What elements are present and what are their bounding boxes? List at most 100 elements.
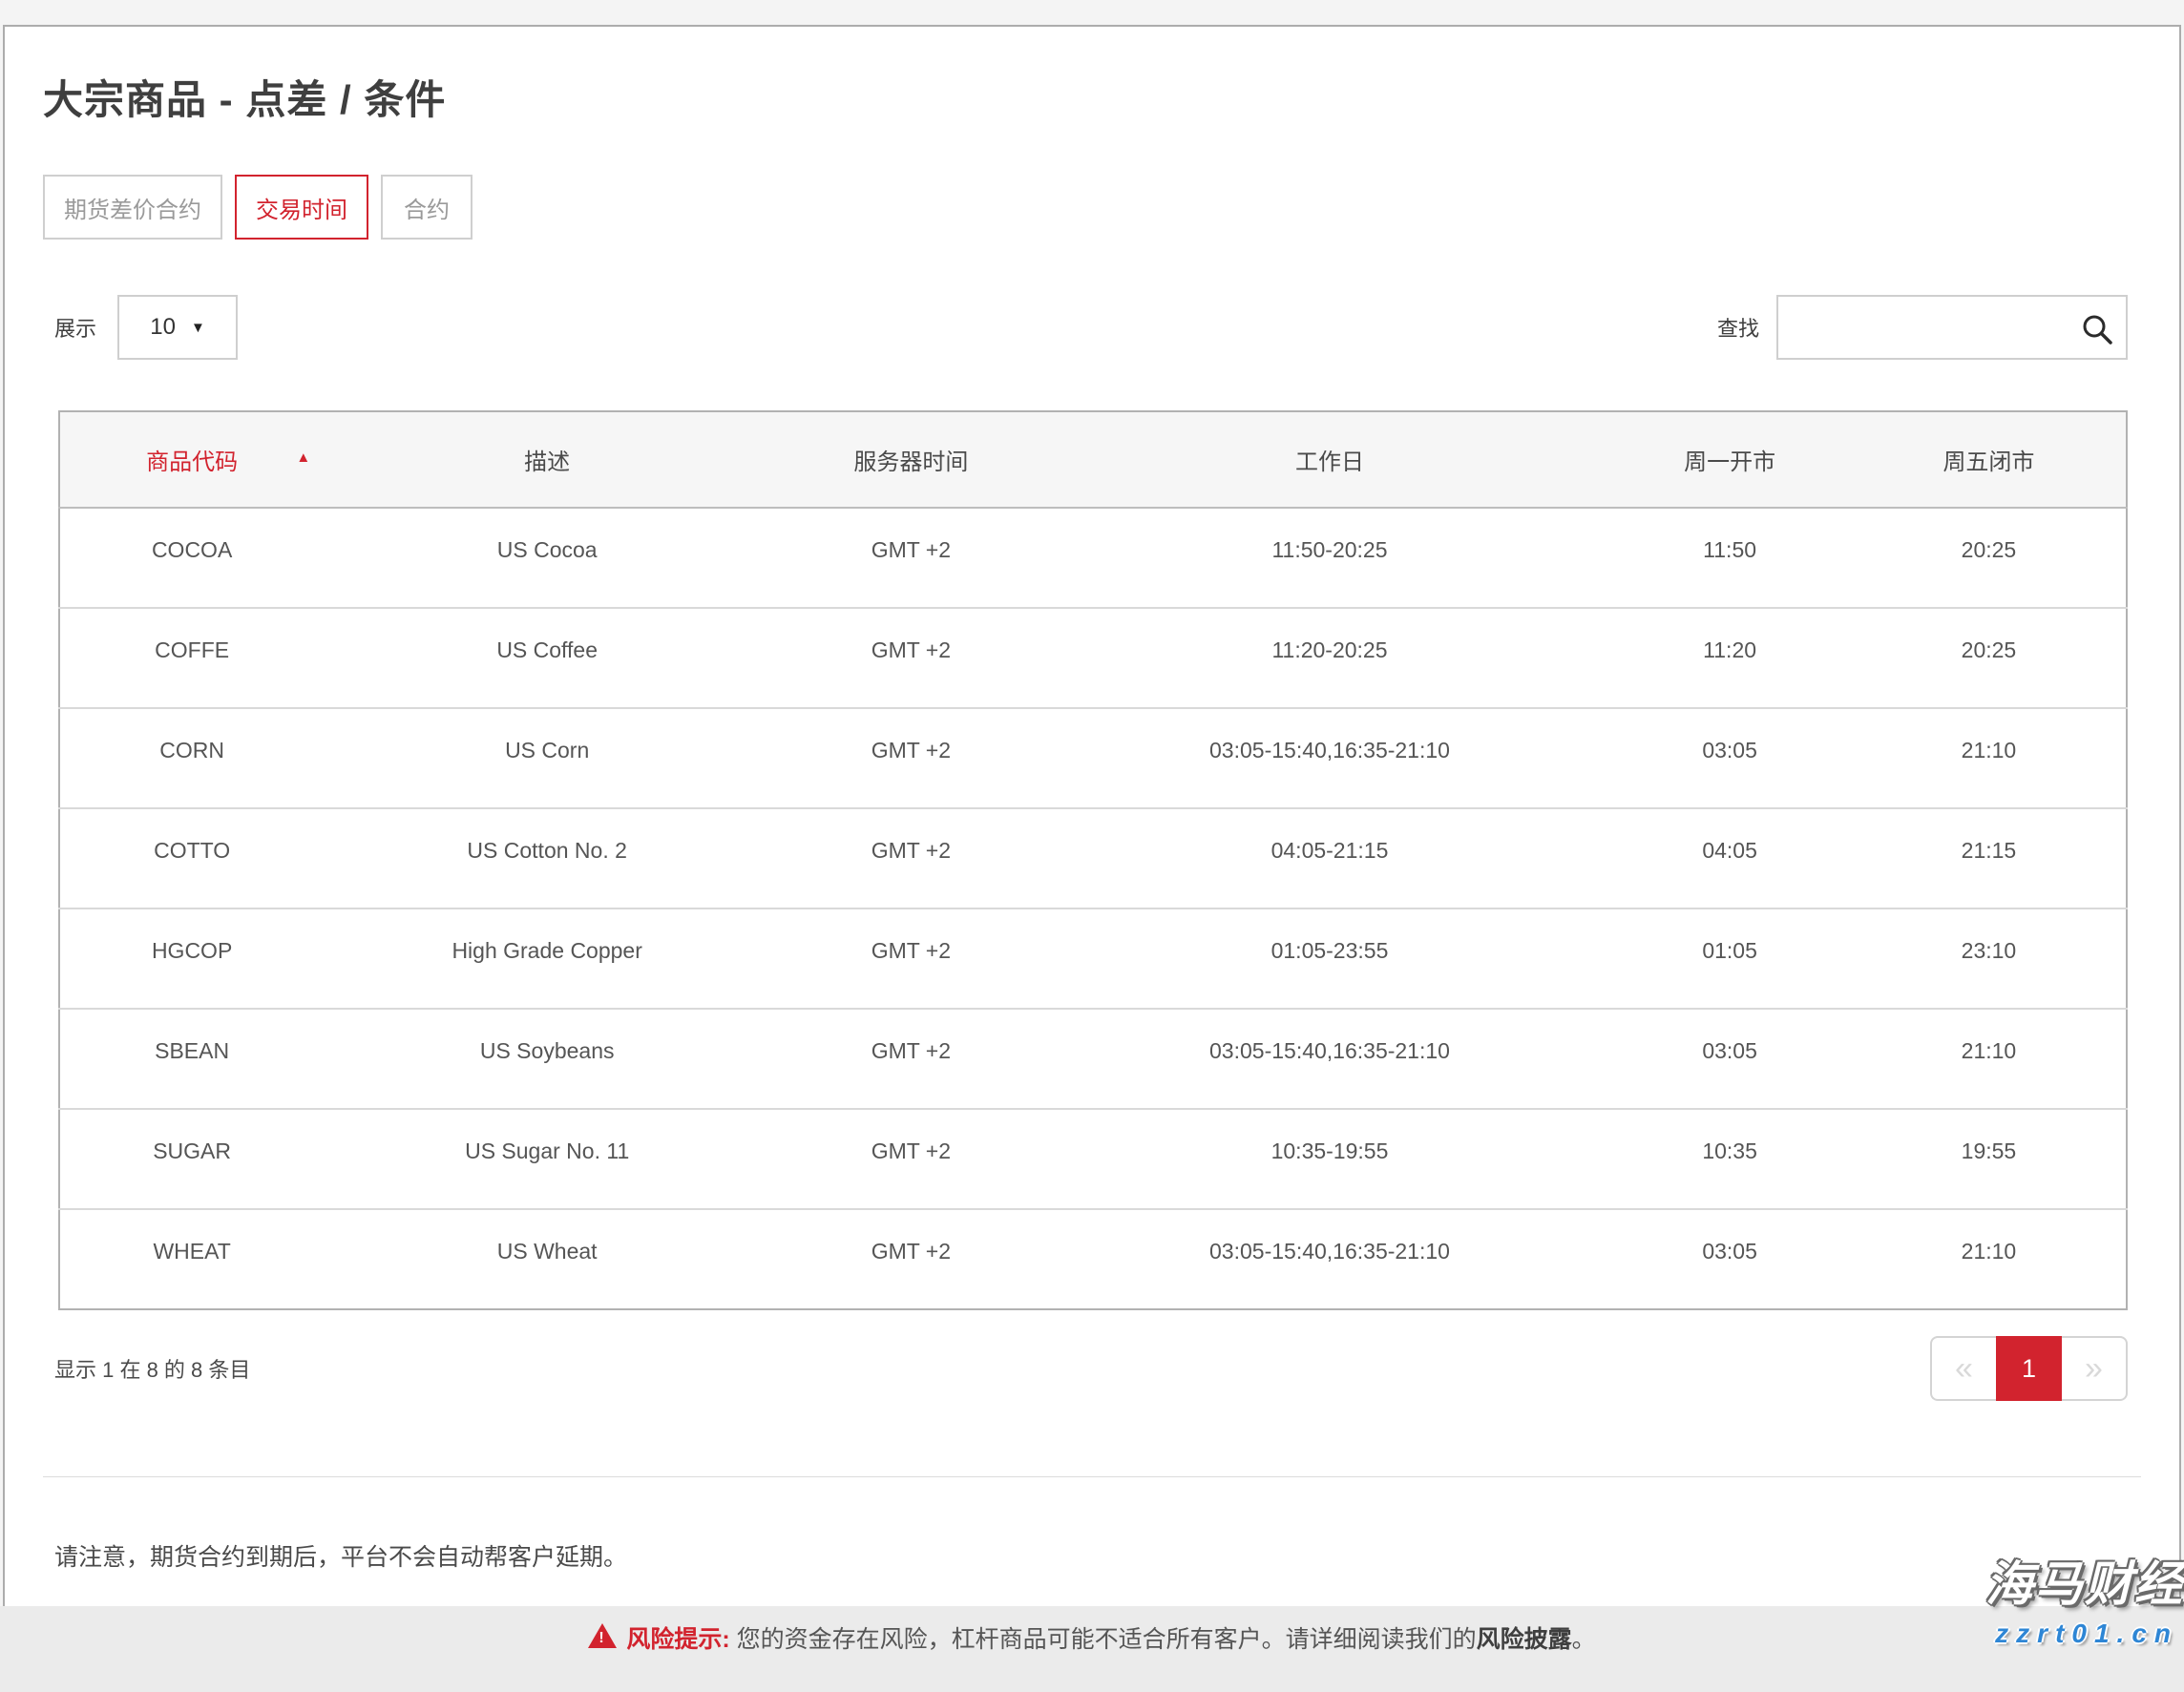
search-input[interactable] <box>1778 297 2126 358</box>
page-title: 大宗商品 - 点差 / 条件 <box>43 76 2141 124</box>
table-cell: GMT +2 <box>770 1209 1052 1309</box>
risk-disclosure-link[interactable]: 风险披露 <box>1477 1626 1572 1653</box>
table-cell: 10:35 <box>1607 1109 1852 1209</box>
table-cell: 20:25 <box>1852 608 2127 708</box>
expiry-note: 请注意，期货合约到期后，平台不会自动帮客户延期。 <box>54 1538 2141 1573</box>
col-header-label: 服务器时间 <box>853 449 968 475</box>
entries-summary: 显示 1 在 8 的 8 条目 <box>54 1353 250 1384</box>
col-header-description[interactable]: 描述 <box>324 411 770 508</box>
search-icon[interactable] <box>2080 312 2114 346</box>
col-header-label: 周五闭市 <box>1942 449 2034 475</box>
table-cell: SUGAR <box>59 1109 324 1209</box>
risk-text: 您的资金存在风险，杠杆商品可能不适合所有客户。请详细阅读我们的 <box>737 1626 1477 1653</box>
pagination: « 1 » <box>1930 1336 2128 1401</box>
table-cell: 03:05-15:40,16:35-21:10 <box>1052 1209 1608 1309</box>
table-cell: 01:05 <box>1607 909 1852 1009</box>
table-cell: US Wheat <box>324 1209 770 1309</box>
table-cell: CORN <box>59 708 324 808</box>
divider <box>43 1476 2141 1477</box>
table-cell: SBEAN <box>59 1009 324 1109</box>
table-cell: 01:05-23:55 <box>1052 909 1608 1009</box>
table-cell: GMT +2 <box>770 1009 1052 1109</box>
tab-contracts[interactable]: 合约 <box>381 175 472 240</box>
table-cell: COCOA <box>59 508 324 608</box>
table-cell: High Grade Copper <box>324 909 770 1009</box>
col-header-label: 描述 <box>524 449 570 475</box>
pagination-prev-button[interactable]: « <box>1930 1336 1996 1401</box>
table-wrap: 商品代码 ▲ 描述 服务器时间 工作日 周一开市 <box>58 410 2128 1310</box>
table-cell: 23:10 <box>1852 909 2127 1009</box>
col-header-symbol[interactable]: 商品代码 ▲ <box>59 411 324 508</box>
page-size-value: 10 <box>150 314 176 341</box>
table-row: HGCOPHigh Grade CopperGMT +201:05-23:550… <box>59 909 2127 1009</box>
table-row: SBEANUS SoybeansGMT +203:05-15:40,16:35-… <box>59 1009 2127 1109</box>
table-cell: GMT +2 <box>770 1109 1052 1209</box>
col-header-friday-close[interactable]: 周五闭市 <box>1852 411 2127 508</box>
table-cell: 11:50 <box>1607 508 1852 608</box>
main-panel: 大宗商品 - 点差 / 条件 期货差价合约 交易时间 合约 展示 10 ▼ 查找 <box>3 25 2181 1666</box>
tab-bar: 期货差价合约 交易时间 合约 <box>43 175 2141 240</box>
table-cell: COFFE <box>59 608 324 708</box>
table-cell: US Cotton No. 2 <box>324 808 770 909</box>
table-cell: 03:05 <box>1607 708 1852 808</box>
caret-down-icon: ▼ <box>191 321 205 335</box>
table-cell: 19:55 <box>1852 1109 2127 1209</box>
table-cell: 03:05 <box>1607 1009 1852 1109</box>
warning-icon: ! <box>588 1623 617 1648</box>
table-row: COCOAUS CocoaGMT +211:50-20:2511:5020:25 <box>59 508 2127 608</box>
table-cell: 11:20-20:25 <box>1052 608 1608 708</box>
col-header-label: 工作日 <box>1295 449 1364 475</box>
warning-mark: ! <box>598 1631 603 1646</box>
table-footer: 显示 1 在 8 的 8 条目 « 1 » <box>43 1336 2141 1401</box>
pagination-next-button[interactable]: » <box>2062 1336 2128 1401</box>
col-header-label: 周一开市 <box>1684 449 1775 475</box>
table-cell: 03:05-15:40,16:35-21:10 <box>1052 708 1608 808</box>
table-cell: 21:10 <box>1852 1009 2127 1109</box>
table-cell: US Soybeans <box>324 1009 770 1109</box>
table-row: COTTOUS Cotton No. 2GMT +204:05-21:1504:… <box>59 808 2127 909</box>
risk-warning-bar: ! 风险提示: 您的资金存在风险，杠杆商品可能不适合所有客户。请详细阅读我们的风… <box>0 1606 2184 1692</box>
table-cell: HGCOP <box>59 909 324 1009</box>
search-label: 查找 <box>1717 312 1759 343</box>
col-header-workday[interactable]: 工作日 <box>1052 411 1608 508</box>
risk-label: 风险提示: <box>626 1626 729 1653</box>
table-row: CORNUS CornGMT +203:05-15:40,16:35-21:10… <box>59 708 2127 808</box>
table-cell: US Coffee <box>324 608 770 708</box>
table-body: COCOAUS CocoaGMT +211:50-20:2511:5020:25… <box>59 508 2127 1309</box>
page-size-select[interactable]: 10 ▼ <box>117 295 238 360</box>
table-cell: 20:25 <box>1852 508 2127 608</box>
table-row: SUGARUS Sugar No. 11GMT +210:35-19:5510:… <box>59 1109 2127 1209</box>
table-cell: 10:35-19:55 <box>1052 1109 1608 1209</box>
table-header-row: 商品代码 ▲ 描述 服务器时间 工作日 周一开市 <box>59 411 2127 508</box>
trading-hours-table: 商品代码 ▲ 描述 服务器时间 工作日 周一开市 <box>58 410 2128 1310</box>
risk-suffix: 。 <box>1572 1626 1596 1653</box>
table-cell: 11:20 <box>1607 608 1852 708</box>
tab-futures-cfd[interactable]: 期货差价合约 <box>43 175 222 240</box>
table-cell: WHEAT <box>59 1209 324 1309</box>
table-controls: 展示 10 ▼ 查找 <box>43 295 2141 360</box>
table-cell: 21:10 <box>1852 708 2127 808</box>
table-row: COFFEUS CoffeeGMT +211:20-20:2511:2020:2… <box>59 608 2127 708</box>
table-cell: 04:05-21:15 <box>1052 808 1608 909</box>
table-cell: US Cocoa <box>324 508 770 608</box>
table-cell: 21:15 <box>1852 808 2127 909</box>
table-cell: GMT +2 <box>770 508 1052 608</box>
table-cell: US Corn <box>324 708 770 808</box>
search-box <box>1776 295 2128 360</box>
col-header-monday-open[interactable]: 周一开市 <box>1607 411 1852 508</box>
col-header-label: 商品代码 <box>146 449 238 475</box>
sort-asc-icon: ▲ <box>296 450 310 465</box>
table-cell: 03:05-15:40,16:35-21:10 <box>1052 1009 1608 1109</box>
table-cell: GMT +2 <box>770 608 1052 708</box>
table-cell: GMT +2 <box>770 808 1052 909</box>
table-cell: 11:50-20:25 <box>1052 508 1608 608</box>
show-label: 展示 <box>54 312 96 343</box>
table-cell: 04:05 <box>1607 808 1852 909</box>
col-header-server-time[interactable]: 服务器时间 <box>770 411 1052 508</box>
pagination-page-1-button[interactable]: 1 <box>1996 1336 2062 1401</box>
table-cell: US Sugar No. 11 <box>324 1109 770 1209</box>
tab-trading-hours[interactable]: 交易时间 <box>235 175 368 240</box>
table-cell: 21:10 <box>1852 1209 2127 1309</box>
table-cell: GMT +2 <box>770 909 1052 1009</box>
table-cell: COTTO <box>59 808 324 909</box>
